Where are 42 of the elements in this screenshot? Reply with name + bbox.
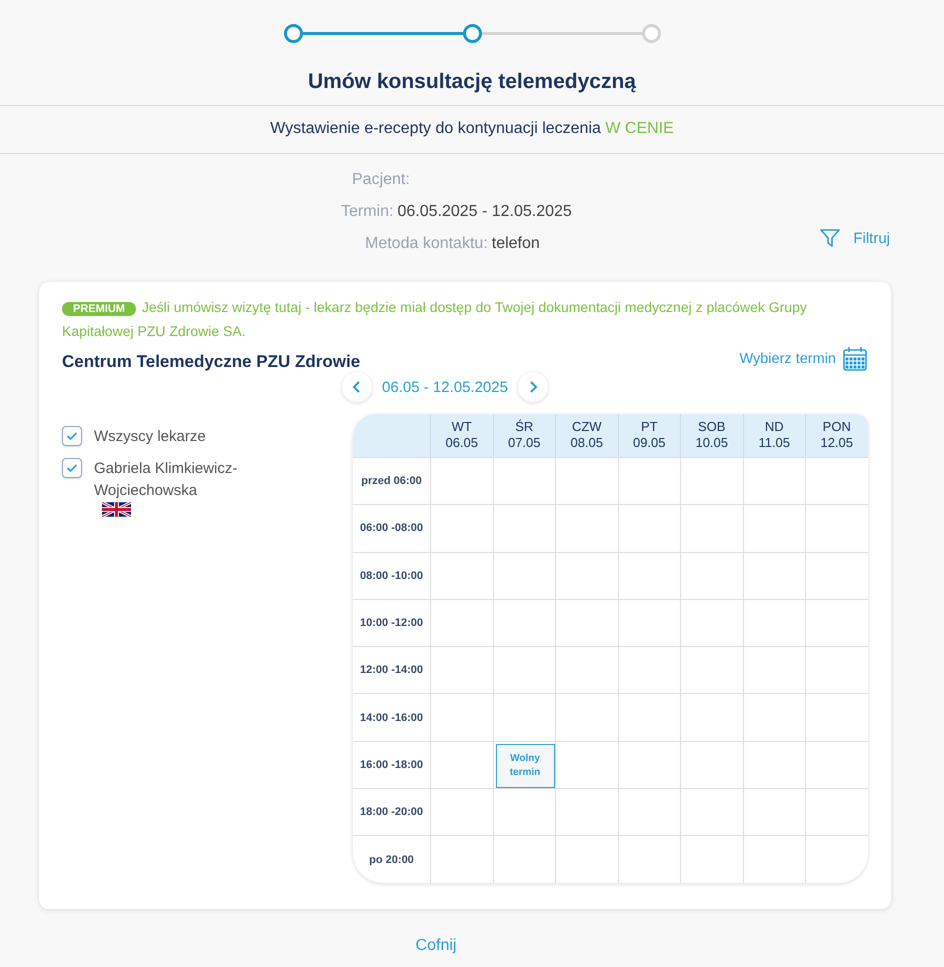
time-label: 10:00 -12:00 [360,617,423,630]
doctor-name: Gabriela Klimkiewicz-Wojciechowska [94,459,238,501]
page-title: Umów konsultację telemedyczną [307,69,637,95]
filter-button[interactable]: Filtruj [819,227,890,249]
service-description: Wystawienie e-recepty do kontynuacji leczenia W CENIE [270,120,674,137]
time-label: po 20:00 [369,854,414,866]
time-label: 18:00 -20:00 [360,806,423,818]
check-icon [66,463,78,473]
back-link[interactable]: Cofnij [416,937,456,955]
next-week-button[interactable] [518,372,548,402]
time-label: 16:00 -18:00 [360,758,423,771]
premium-notice: PREMIUM Jeśli umówisz wizytę tutaj - lekarz będzie miał dostęp do Twojej dokumentacji medycznej z placówek Grupy Kapitałowej PZU Zdrowie SA. [62,298,808,341]
check-icon [66,431,78,441]
time-label: 14:00 -16:00 [360,712,423,724]
checkbox[interactable] [62,426,82,446]
chevron-right-icon [528,381,538,393]
detail-label: Termin: [341,203,394,222]
day-header: CZW 08.05 [555,414,618,457]
time-label: 06:00 -08:00 [360,522,423,534]
day-header: PON 12.05 [805,414,868,457]
time-label: przed 06:00 [361,475,422,488]
checkbox[interactable] [62,458,82,478]
day-header: WT 06.05 [430,414,492,457]
time-label: 12:00 -14:00 [360,664,423,676]
pick-date-button[interactable]: Wybierz termin [739,346,868,372]
day-header: ND 11.05 [742,414,805,457]
free-slot-button[interactable]: Wolny termin [496,744,554,788]
week-range: 06.05 - 12.05.2025 [382,378,508,396]
doctor-name: Wszyscy lekarze [94,427,207,447]
detail-value: 06.05.2025 - 12.05.2025 [397,203,572,222]
day-header: SOB 10.05 [680,414,742,457]
detail-value: telefon [492,235,540,254]
detail-label: Pacjent: [352,171,410,190]
calendar-icon [842,346,868,372]
chevron-left-icon [352,381,362,393]
day-header: ŚR 07.05 [492,414,555,457]
time-label: 08:00 -10:00 [360,570,423,582]
filter-icon [819,227,842,249]
previous-week-button[interactable] [342,372,372,402]
day-header: PT 09.05 [618,414,680,457]
facility-name: Centrum Telemedyczne PZU Zdrowie [62,352,360,372]
detail-label: Metoda kontaktu: [365,235,488,254]
